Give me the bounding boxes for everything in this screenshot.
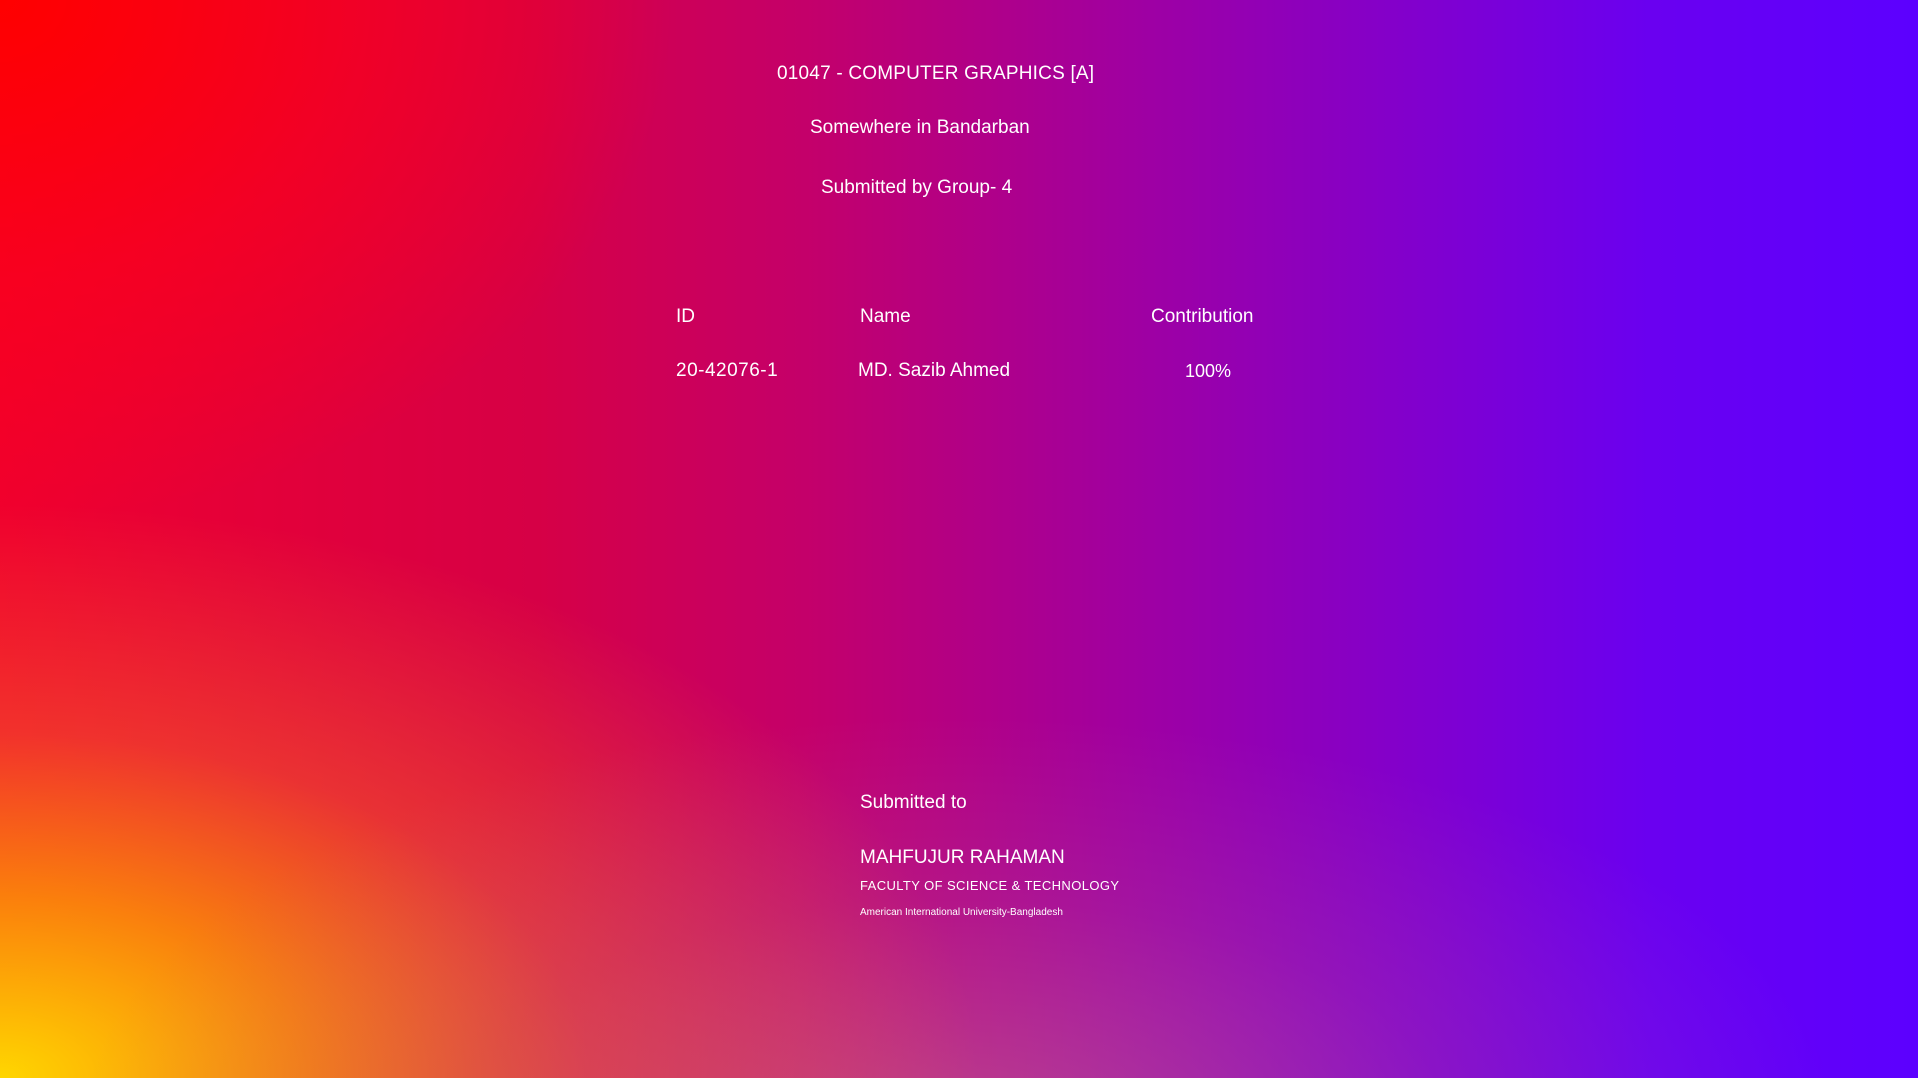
group-label: Submitted by Group- 4: [821, 177, 1013, 198]
column-header-name: Name: [860, 306, 911, 327]
submitted-to-label: Submitted to: [860, 792, 967, 813]
member-contribution: 100%: [1185, 361, 1232, 381]
faculty-name: FACULTY OF SCIENCE & TECHNOLOGY: [860, 878, 1120, 893]
university-name: American International University-Bangla…: [860, 907, 1063, 918]
member-id: 20-42076-1: [676, 360, 779, 381]
column-header-id: ID: [676, 306, 695, 327]
member-name: MD. Sazib Ahmed: [858, 360, 1011, 381]
instructor-name: MAHFUJUR RAHAMAN: [860, 847, 1065, 868]
course-title: 01047 - COMPUTER GRAPHICS [A]: [777, 63, 1095, 84]
column-header-contribution: Contribution: [1151, 306, 1254, 327]
project-title: Somewhere in Bandarban: [810, 117, 1030, 138]
